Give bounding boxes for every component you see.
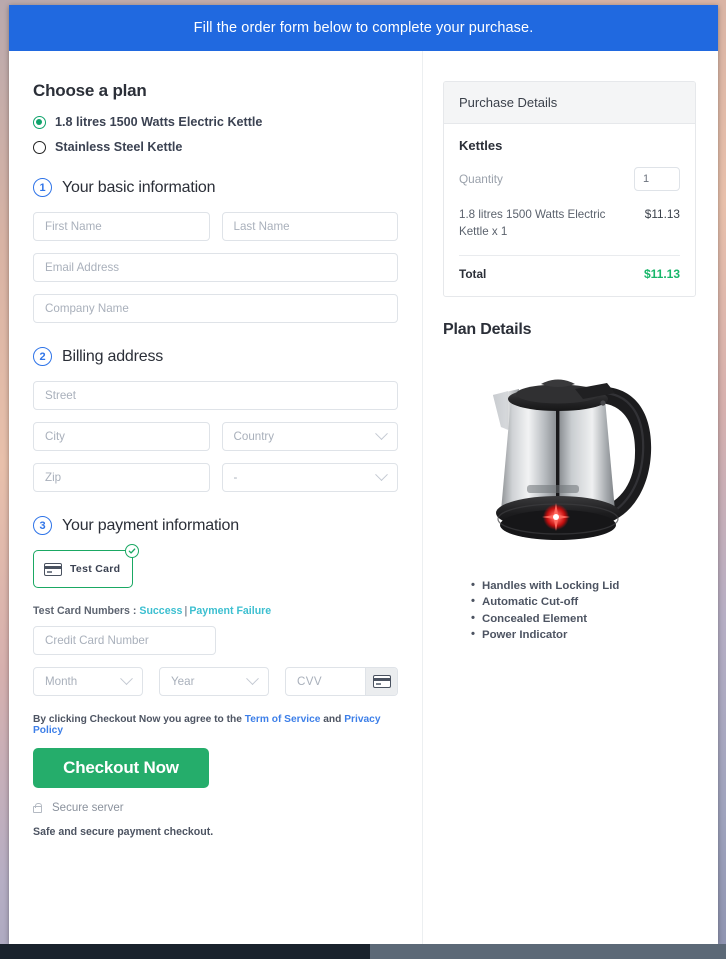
quantity-input[interactable]: 1 xyxy=(634,167,680,191)
check-icon xyxy=(128,548,136,554)
check-circle-icon xyxy=(125,544,139,558)
radio-icon-selected[interactable] xyxy=(33,115,46,129)
zip-input[interactable]: Zip xyxy=(33,463,210,492)
country-select-value: Country xyxy=(233,430,275,443)
street-field-row: Street xyxy=(33,381,398,410)
state-select-value: - xyxy=(233,471,238,484)
cvv-field-group[interactable]: CVV xyxy=(285,667,398,696)
total-label: Total xyxy=(459,266,487,281)
state-select[interactable]: - xyxy=(221,463,398,492)
notice-banner: Fill the order form below to complete yo… xyxy=(9,5,718,51)
list-item: Concealed Element xyxy=(471,610,696,628)
choose-plan-title: Choose a plan xyxy=(33,81,147,100)
list-item: Automatic Cut-off xyxy=(471,593,696,611)
step-2-header: 2 Billing address xyxy=(33,347,398,366)
cvv-help-button[interactable] xyxy=(365,668,397,695)
chevron-down-icon xyxy=(246,672,259,686)
company-name-input[interactable]: Company Name xyxy=(33,294,398,323)
city-input[interactable]: City xyxy=(33,422,210,451)
line-item-price: $11.13 xyxy=(644,207,680,221)
expiry-cvv-row: Month Year CVV xyxy=(33,667,398,696)
total-row: Total $11.13 xyxy=(459,267,680,281)
safe-checkout-note: Safe and secure payment checkout. xyxy=(33,826,214,838)
radio-icon-unselected[interactable] xyxy=(33,140,46,154)
cvv-input[interactable]: CVV xyxy=(286,668,365,695)
email-field-row: Email Address xyxy=(33,253,398,282)
step-3-header: 3 Your payment information xyxy=(33,516,398,535)
city-country-row: City Country xyxy=(33,422,398,451)
checkout-page-frame: Fill the order form below to complete yo… xyxy=(9,5,718,944)
link-separator: | xyxy=(184,605,188,617)
terms-conjunction: and xyxy=(323,714,342,725)
plan-option-label: 1.8 litres 1500 Watts Electric Kettle xyxy=(55,115,263,129)
step-number-badge: 3 xyxy=(33,516,52,535)
street-input[interactable]: Street xyxy=(33,381,398,410)
line-item-name: 1.8 litres 1500 Watts Electric Kettle x … xyxy=(459,208,606,238)
expiry-month-select[interactable]: Month xyxy=(33,667,143,696)
zip-state-row: Zip - xyxy=(33,463,398,492)
test-card-success-link[interactable]: Success xyxy=(139,605,182,617)
expiry-year-value: Year xyxy=(171,675,195,688)
step-title: Your basic information xyxy=(62,178,216,196)
total-value: $11.13 xyxy=(643,266,680,281)
step-title: Billing address xyxy=(62,347,164,365)
credit-card-icon xyxy=(44,562,62,576)
name-fields-row: First Name Last Name xyxy=(33,212,398,241)
electric-kettle-product-image xyxy=(492,379,651,540)
plan-option-label: Stainless Steel Kettle xyxy=(55,140,183,154)
product-group-title: Kettles xyxy=(459,138,503,153)
purchase-details-card: Purchase Details Kettles Quantity 1 1.8 … xyxy=(443,81,696,297)
test-card-prefix: Test Card Numbers : xyxy=(33,605,137,617)
terms-prefix: By clicking Checkout Now you agree to th… xyxy=(33,714,242,725)
test-card-failure-link[interactable]: Payment Failure xyxy=(189,605,271,617)
chevron-down-icon xyxy=(120,672,133,686)
quantity-label: Quantity xyxy=(459,172,503,186)
plan-option-electric-kettle[interactable]: 1.8 litres 1500 Watts Electric Kettle xyxy=(33,115,398,129)
list-item: Power Indicator xyxy=(471,626,696,644)
purchase-details-header: Purchase Details xyxy=(444,82,695,124)
payment-method-test-card[interactable]: Test Card xyxy=(33,544,139,588)
order-form-column: Choose a plan 1.8 litres 1500 Watts Elec… xyxy=(9,51,423,944)
company-field-row: Company Name xyxy=(33,294,398,323)
banner-message: Fill the order form below to complete yo… xyxy=(193,20,534,36)
checkout-now-button[interactable]: Checkout Now xyxy=(33,748,209,788)
step-number-badge: 1 xyxy=(33,178,52,197)
purchase-details-body: Kettles Quantity 1 1.8 litres 1500 Watts… xyxy=(444,124,695,296)
payment-method-label: Test Card xyxy=(70,563,121,575)
secure-server-row: Secure server xyxy=(33,802,398,814)
feature-list: Handles with Locking Lid Automatic Cut-o… xyxy=(443,577,696,644)
terms-agreement-text: By clicking Checkout Now you agree to th… xyxy=(33,714,398,736)
step-1-header: 1 Your basic information xyxy=(33,178,398,197)
expiry-month-value: Month xyxy=(45,675,78,688)
step-title: Your payment information xyxy=(62,516,239,534)
last-name-input[interactable]: Last Name xyxy=(221,212,398,241)
plan-option-stainless-kettle[interactable]: Stainless Steel Kettle xyxy=(33,140,398,154)
terms-of-service-link[interactable]: Term of Service xyxy=(245,714,321,725)
lock-icon xyxy=(33,802,42,813)
credit-card-icon xyxy=(372,675,391,688)
card-number-row: Credit Card Number xyxy=(33,626,398,655)
plan-details-title: Plan Details xyxy=(443,320,532,338)
quantity-row: Quantity 1 xyxy=(459,167,680,191)
window-bottom-bar-right xyxy=(370,944,726,959)
step-number-badge: 2 xyxy=(33,347,52,366)
content-columns: Choose a plan 1.8 litres 1500 Watts Elec… xyxy=(9,51,718,944)
expiry-year-select[interactable]: Year xyxy=(159,667,269,696)
line-item-row: 1.8 litres 1500 Watts Electric Kettle x … xyxy=(459,207,680,256)
chevron-down-icon xyxy=(375,468,388,482)
country-select[interactable]: Country xyxy=(221,422,398,451)
secure-server-label: Secure server xyxy=(52,802,124,814)
chevron-down-icon xyxy=(375,427,388,441)
test-card-numbers-line: Test Card Numbers : Success | Payment Fail… xyxy=(33,605,398,617)
first-name-input[interactable]: First Name xyxy=(33,212,210,241)
list-item: Handles with Locking Lid xyxy=(471,577,696,595)
email-input[interactable]: Email Address xyxy=(33,253,398,282)
credit-card-number-input[interactable]: Credit Card Number xyxy=(33,626,216,655)
summary-column: Purchase Details Kettles Quantity 1 1.8 … xyxy=(423,51,718,944)
